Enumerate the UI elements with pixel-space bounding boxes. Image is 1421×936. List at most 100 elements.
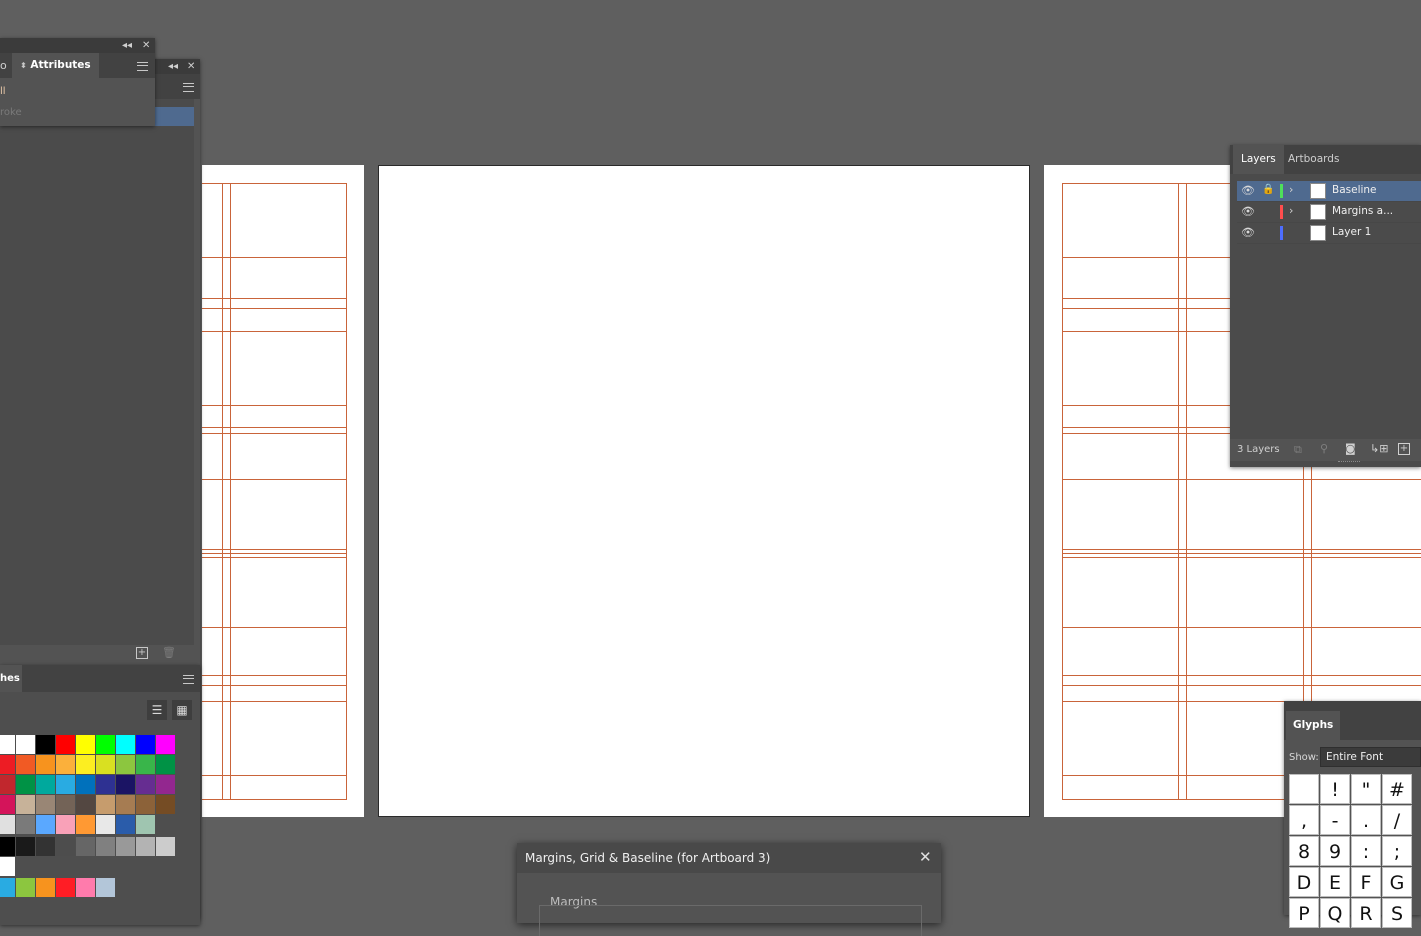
color-swatch[interactable] <box>116 795 135 814</box>
layer-name[interactable]: Margins a... <box>1332 205 1393 217</box>
color-swatch[interactable] <box>76 755 95 774</box>
color-swatch[interactable] <box>0 755 15 774</box>
color-swatch[interactable] <box>0 837 15 856</box>
color-swatch[interactable] <box>16 735 35 754</box>
color-swatch[interactable] <box>136 775 155 794</box>
panel-menu-icon[interactable] <box>183 83 194 92</box>
partial-tab[interactable]: o <box>0 59 7 72</box>
grid-view-button[interactable]: ▦ <box>172 700 192 720</box>
glyph-cell[interactable]: : <box>1351 836 1381 866</box>
new-layer-icon[interactable]: + <box>1398 443 1410 455</box>
visibility-eye-icon[interactable]: 👁 <box>1241 205 1255 218</box>
color-swatch[interactable] <box>136 755 155 774</box>
color-swatch[interactable] <box>0 878 15 897</box>
color-swatch[interactable] <box>116 755 135 774</box>
glyph-cell[interactable]: " <box>1351 774 1381 804</box>
visibility-eye-icon[interactable]: 👁 <box>1241 184 1255 197</box>
color-swatch[interactable] <box>36 795 55 814</box>
color-swatch[interactable] <box>16 815 35 834</box>
glyph-cell[interactable]: / <box>1382 805 1412 835</box>
color-swatch[interactable] <box>56 878 75 897</box>
glyph-cell[interactable]: D <box>1289 867 1319 897</box>
color-swatch[interactable] <box>0 735 15 754</box>
color-swatch[interactable] <box>76 795 95 814</box>
layer-name[interactable]: Layer 1 <box>1332 226 1371 238</box>
new-item-icon[interactable]: + <box>136 647 148 659</box>
color-swatch[interactable] <box>156 755 175 774</box>
collapse-icon[interactable]: ◂◂ <box>168 59 178 74</box>
layer-row-layer1[interactable]: 👁 Layer 1 <box>1237 223 1421 243</box>
panel-menu-icon[interactable] <box>137 62 148 71</box>
expand-chevron-icon[interactable]: › <box>1289 183 1293 196</box>
layer-row-margins[interactable]: 👁 › Margins a... <box>1237 202 1421 222</box>
glyph-cell[interactable]: ; <box>1382 836 1412 866</box>
color-swatch[interactable] <box>0 775 15 794</box>
list-view-button[interactable]: ☰ <box>147 700 167 720</box>
selected-list-row[interactable] <box>154 107 194 126</box>
color-swatch[interactable] <box>156 837 175 856</box>
color-swatch[interactable] <box>136 795 155 814</box>
glyph-cell[interactable] <box>1289 774 1319 804</box>
color-swatch[interactable] <box>0 795 15 814</box>
glyph-cell[interactable]: 9 <box>1320 836 1350 866</box>
new-sublayer-icon[interactable]: ↳⊞ <box>1370 442 1388 455</box>
glyph-cell[interactable]: R <box>1351 898 1381 928</box>
collapse-icon[interactable]: ◂◂ <box>122 38 132 53</box>
lock-icon[interactable]: 🔒 <box>1262 184 1274 195</box>
artboard-left[interactable] <box>202 165 364 817</box>
color-swatch[interactable] <box>0 815 15 834</box>
color-swatch[interactable] <box>16 775 35 794</box>
color-swatch[interactable] <box>36 837 55 856</box>
color-swatch[interactable] <box>56 837 75 856</box>
tab-layers[interactable]: Layers <box>1233 145 1284 174</box>
color-swatch[interactable] <box>116 775 135 794</box>
tab-swatches[interactable]: hes <box>0 665 22 692</box>
color-swatch[interactable] <box>76 815 95 834</box>
color-swatch[interactable] <box>156 735 175 754</box>
panel-menu-icon[interactable] <box>183 675 194 684</box>
layer-row-baseline[interactable]: 👁 🔒 › Baseline <box>1237 181 1421 201</box>
color-swatch[interactable] <box>136 837 155 856</box>
glyph-cell[interactable]: P <box>1289 898 1319 928</box>
color-swatch[interactable] <box>156 775 175 794</box>
export-icon[interactable]: ⧉ <box>1294 443 1302 457</box>
color-swatch[interactable] <box>96 837 115 856</box>
tab-glyphs[interactable]: Glyphs <box>1286 711 1341 740</box>
color-swatch[interactable] <box>96 735 115 754</box>
glyph-cell[interactable]: - <box>1320 805 1350 835</box>
color-swatch[interactable] <box>96 815 115 834</box>
artboard-center[interactable] <box>378 165 1030 817</box>
glyph-cell[interactable]: G <box>1382 867 1412 897</box>
glyph-cell[interactable]: . <box>1351 805 1381 835</box>
color-swatch[interactable] <box>116 815 135 834</box>
close-icon[interactable]: ✕ <box>919 848 932 866</box>
color-swatch[interactable] <box>56 755 75 774</box>
attribute-overprint-stroke[interactable]: roke <box>0 107 22 118</box>
glyph-cell[interactable]: 8 <box>1289 836 1319 866</box>
expand-chevron-icon[interactable]: › <box>1289 204 1293 217</box>
color-swatch[interactable] <box>116 837 135 856</box>
color-swatch[interactable] <box>76 837 95 856</box>
glyph-cell[interactable]: ! <box>1320 774 1350 804</box>
glyph-cell[interactable]: S <box>1382 898 1412 928</box>
color-swatch[interactable] <box>96 795 115 814</box>
color-swatch[interactable] <box>16 755 35 774</box>
color-swatch[interactable] <box>136 815 155 834</box>
color-swatch[interactable] <box>16 837 35 856</box>
show-select[interactable]: Entire Font <box>1320 747 1421 767</box>
color-swatch[interactable] <box>116 735 135 754</box>
close-icon[interactable]: ✕ <box>187 59 195 74</box>
color-swatch[interactable] <box>96 878 115 897</box>
color-swatch[interactable] <box>96 755 115 774</box>
color-swatch[interactable] <box>0 857 15 876</box>
visibility-eye-icon[interactable]: 👁 <box>1241 226 1255 239</box>
glyph-cell[interactable]: # <box>1382 774 1412 804</box>
attribute-overprint-fill[interactable]: ll <box>0 86 6 97</box>
color-swatch[interactable] <box>156 795 175 814</box>
color-swatch[interactable] <box>76 878 95 897</box>
glyph-cell[interactable]: F <box>1351 867 1381 897</box>
color-swatch[interactable] <box>36 878 55 897</box>
glyph-cell[interactable]: Q <box>1320 898 1350 928</box>
color-swatch[interactable] <box>56 815 75 834</box>
color-swatch[interactable] <box>76 735 95 754</box>
